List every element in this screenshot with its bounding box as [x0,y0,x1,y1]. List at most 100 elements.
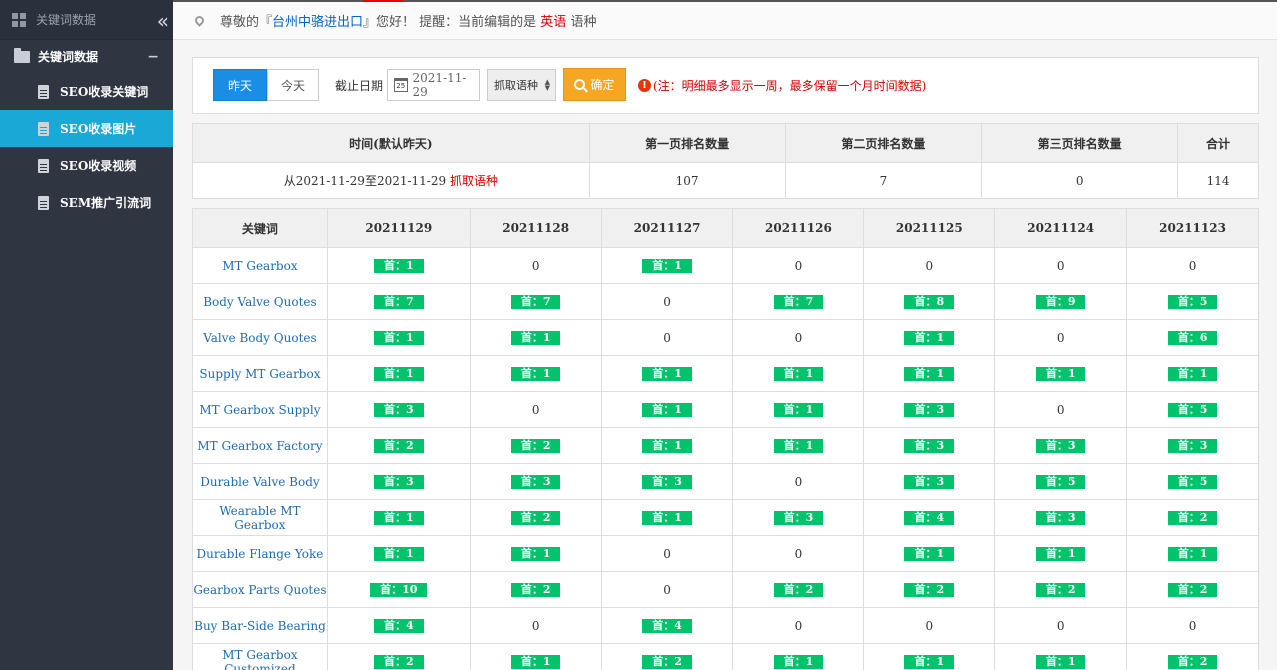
table-row: MT Gearbox Customized 首：2 首：1 首：2 首：1 首：1 首：1 首… [192,643,1259,670]
rank-badge: 首：1 [904,547,955,561]
rank-cell: 首：1 [600,499,734,536]
rank-cell: 首：2 [326,427,471,464]
keyword-link[interactable]: Body Valve Quotes [203,295,316,309]
keyword-link[interactable]: MT Gearbox Customized [222,648,297,670]
collapse-sidebar-icon[interactable]: « [157,9,170,33]
summary-language-link[interactable]: 抓取语种 [450,174,498,188]
rank-cell: 0 [994,607,1128,644]
rank-cell: 0 [732,319,865,356]
collapse-group-icon[interactable]: − [147,49,159,65]
rank-cell: 首：3 [600,463,734,500]
end-date-input[interactable]: 25 2021-11-29 [387,69,480,101]
rank-cell: 首：1 [732,391,865,428]
rank-badge: 首：3 [1035,439,1086,453]
rank-cell: 首：1 [863,319,996,356]
keyword-column-header: 关键词 [192,208,328,248]
rank-cell: 0 [863,247,996,284]
rank-value: 0 [663,294,671,309]
crawl-language-select[interactable]: 抓取语种 ▲ ▼ [487,69,556,101]
summary-header-4: 合计 [1177,123,1259,163]
rank-cell: 首：7 [732,283,865,320]
rank-cell: 0 [994,319,1128,356]
date-column-header: 20211126 [732,208,865,248]
table-row: Durable Flange Yoke 首：1 首：1 0 0 首：1 首：1 首：1 [192,535,1259,572]
folder-icon [14,47,30,63]
rank-badge: 首：1 [373,367,424,381]
rank-cell: 首：2 [469,571,602,608]
keyword-link[interactable]: Durable Valve Body [200,475,319,489]
table-row: MT Gearbox 首：1 0 首：1 0 0 0 0 [192,247,1259,284]
sidebar-item-0[interactable]: SEO收录关键词 [0,73,173,110]
summary-header-1: 第一页排名数量 [588,123,786,163]
greeting-suffix: 』您好！ 提醒：当前编辑的是 [363,15,541,30]
confirm-label: 确定 [590,78,615,92]
summary-header-3: 第三页排名数量 [981,123,1179,163]
date-column-header: 20211125 [863,208,996,248]
keyword-link[interactable]: MT Gearbox [222,259,297,273]
sidebar-item-1[interactable]: SEO收录图片 [0,110,173,147]
calendar-icon: 25 [394,78,408,92]
rank-cell: 0 [600,319,734,356]
rank-cell: 首：2 [1126,643,1259,670]
sidebar: 关键词数据 « 关键词数据 − SEO收录关键词 SEO收录图片 SEO收录视频 SE… [0,0,173,670]
rank-cell: 首：1 [863,535,996,572]
table-row: Buy Bar-Side Bearing 首：4 0 首：4 0 0 0 0 [192,607,1259,644]
keyword-link[interactable]: Valve Body Quotes [203,331,316,345]
rank-badge: 首：3 [773,511,824,525]
sidebar-header: 关键词数据 « [0,0,173,40]
rank-cell: 0 [1126,247,1259,284]
location-pin-icon [193,14,206,27]
rank-badge: 首：2 [373,655,424,669]
yesterday-button[interactable]: 昨天 [213,69,267,101]
sidebar-item-label: SEO收录图片 [60,122,137,136]
sidebar-item-3[interactable]: SEM推广引流词 [0,184,173,221]
rank-cell: 首：1 [469,319,602,356]
summary-period-text: 从2021-11-29至2021-11-29 [283,174,450,188]
sidebar-group-keyword-data[interactable]: 关键词数据 − [0,40,173,73]
keyword-link[interactable]: MT Gearbox Supply [199,403,320,417]
rank-cell: 首：1 [469,535,602,572]
keyword-link[interactable]: Supply MT Gearbox [199,367,320,381]
keyword-link[interactable]: MT Gearbox Factory [197,439,322,453]
rank-cell: 首：7 [326,283,471,320]
today-button[interactable]: 今天 [267,69,319,101]
rank-cell: 首：8 [863,283,996,320]
summary-header-0: 时间(默认昨天) [192,123,590,163]
keyword-link[interactable]: Durable Flange Yoke [197,547,324,561]
keyword-cell: MT Gearbox Factory [192,427,328,464]
language-suffix: 语种 [566,15,597,30]
rank-badge: 首：1 [1167,547,1218,561]
rank-badge: 首：1 [1167,367,1218,381]
rank-cell: 首：1 [326,535,471,572]
rank-badge: 首：9 [1035,295,1086,309]
rank-badge: 首：3 [373,475,424,489]
rank-badge: 首：5 [1167,295,1218,309]
rank-value: 0 [925,618,934,633]
rank-value: 0 [925,258,934,273]
summary-header-2: 第二页排名数量 [784,123,983,163]
keyword-link[interactable]: Wearable MT Gearbox [219,504,300,532]
rank-value: 0 [794,474,803,489]
rank-badge: 首：1 [642,403,692,417]
rank-badge: 首：2 [510,583,561,597]
rank-badge: 首：5 [1035,475,1086,489]
rank-cell: 首：5 [1126,391,1259,428]
keyword-cell: Buy Bar-Side Bearing [192,607,328,644]
rank-cell: 首：2 [1126,499,1259,536]
table-row: Gearbox Parts Quotes 首：10 首：2 0 首：2 首：2 首：2 首：2 [192,571,1259,608]
sidebar-item-2[interactable]: SEO收录视频 [0,147,173,184]
rank-cell: 首：2 [326,643,471,670]
retention-note: ! (注：明细最多显示一周，最多保留一个月时间数据) [638,77,926,94]
document-icon [38,195,49,210]
rank-cell: 0 [600,535,734,572]
keyword-link[interactable]: Buy Bar-Side Bearing [194,619,326,633]
greeting-prefix: 尊敬的『 [220,15,273,30]
document-icon [38,158,49,173]
rank-cell: 首：1 [732,427,865,464]
keyword-link[interactable]: Gearbox Parts Quotes [193,583,326,597]
rank-badge: 首：1 [904,655,955,669]
rank-badge: 首：3 [904,403,955,417]
confirm-button[interactable]: 确定 [563,68,626,101]
keyword-cell: Durable Flange Yoke [192,535,328,572]
rank-cell: 首：3 [326,463,471,500]
